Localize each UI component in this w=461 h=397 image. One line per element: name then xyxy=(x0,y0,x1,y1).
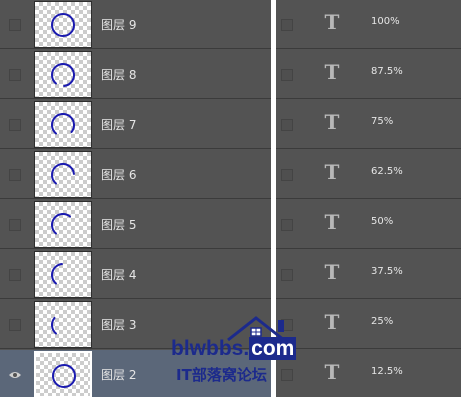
text-layer-row[interactable]: T 25% xyxy=(276,300,461,349)
text-layer-icon: T xyxy=(324,310,340,334)
layer-thumbnail xyxy=(34,101,92,148)
text-layer-label: 50% xyxy=(371,216,394,227)
eye-icon[interactable] xyxy=(8,370,22,380)
watermark-url: blwbbs.com xyxy=(171,337,297,360)
layer-thumbnail xyxy=(34,351,92,397)
layer-name: 图层 7 xyxy=(101,118,137,132)
arc-shape xyxy=(51,63,75,87)
text-layer-icon: T xyxy=(324,60,340,84)
text-layer-icon: T xyxy=(324,260,340,284)
text-layer-label: 75% xyxy=(371,116,394,127)
visibility-toggle[interactable] xyxy=(281,369,293,381)
visibility-toggle[interactable] xyxy=(281,19,293,31)
layer-row[interactable]: 图层 9 xyxy=(0,0,271,49)
text-layer-icon: T xyxy=(324,110,340,134)
layer-name: 图层 9 xyxy=(101,18,137,32)
visibility-toggle[interactable] xyxy=(281,219,293,231)
layer-thumbnail xyxy=(34,51,92,98)
text-layer-row[interactable]: T 50% xyxy=(276,200,461,249)
text-layer-label: 87.5% xyxy=(371,66,403,77)
layer-name: 图层 2 xyxy=(101,368,137,382)
visibility-toggle[interactable] xyxy=(281,69,293,81)
layer-name: 图层 4 xyxy=(101,268,137,282)
text-layers-panel: T 100% T 87.5% T 75% T 62.5% T 50% T 37.5% T 25% T 12.5… xyxy=(276,0,461,397)
visibility-toggle[interactable] xyxy=(9,69,21,81)
visibility-toggle[interactable] xyxy=(9,119,21,131)
text-layer-row[interactable]: T 37.5% xyxy=(276,250,461,299)
text-layer-icon: T xyxy=(324,360,340,384)
layer-name: 图层 5 xyxy=(101,218,137,232)
layer-row[interactable]: 图层 8 xyxy=(0,50,271,99)
text-layer-label: 62.5% xyxy=(371,166,403,177)
layer-thumbnail xyxy=(34,1,92,48)
visibility-toggle[interactable] xyxy=(281,169,293,181)
arc-shape xyxy=(51,316,57,335)
layer-row[interactable]: 图层 7 xyxy=(0,100,271,149)
layer-row[interactable]: 图层 5 xyxy=(0,200,271,249)
text-layer-label: 100% xyxy=(371,16,400,27)
visibility-toggle[interactable] xyxy=(281,319,293,331)
visibility-toggle[interactable] xyxy=(281,119,293,131)
arc-shape xyxy=(51,13,75,37)
text-layer-label: 37.5% xyxy=(371,266,403,277)
text-layer-icon: T xyxy=(324,210,340,234)
visibility-toggle[interactable] xyxy=(9,19,21,31)
layer-name: 图层 6 xyxy=(101,168,137,182)
arc-shape xyxy=(51,113,75,135)
layer-row[interactable]: 图层 4 xyxy=(0,250,271,299)
visibility-toggle[interactable] xyxy=(281,269,293,281)
text-layer-row[interactable]: T 12.5% xyxy=(276,350,461,397)
text-layer-row[interactable]: T 87.5% xyxy=(276,50,461,99)
text-layer-row[interactable]: T 100% xyxy=(276,0,461,49)
arc-shape xyxy=(52,364,76,388)
arc-shape xyxy=(51,163,75,185)
layer-thumbnail xyxy=(34,201,92,248)
layer-thumbnail xyxy=(34,251,92,298)
layer-thumbnail xyxy=(34,151,92,198)
text-layer-row[interactable]: T 62.5% xyxy=(276,150,461,199)
watermark-subtitle: IT部落窝论坛 xyxy=(176,366,267,384)
visibility-toggle[interactable] xyxy=(9,319,21,331)
text-layer-icon: T xyxy=(324,160,340,184)
visibility-toggle[interactable] xyxy=(9,269,21,281)
text-layer-icon: T xyxy=(324,10,340,34)
arc-shape xyxy=(51,213,72,235)
arc-shape xyxy=(51,263,63,285)
text-layer-row[interactable]: T 75% xyxy=(276,100,461,149)
layer-thumbnail xyxy=(34,301,92,348)
layer-name: 图层 3 xyxy=(101,318,137,332)
visibility-toggle[interactable] xyxy=(9,169,21,181)
text-layer-label: 25% xyxy=(371,316,394,327)
text-layer-label: 12.5% xyxy=(371,366,403,377)
layer-name: 图层 8 xyxy=(101,68,137,82)
visibility-toggle[interactable] xyxy=(9,219,21,231)
layer-row[interactable]: 图层 6 xyxy=(0,150,271,199)
